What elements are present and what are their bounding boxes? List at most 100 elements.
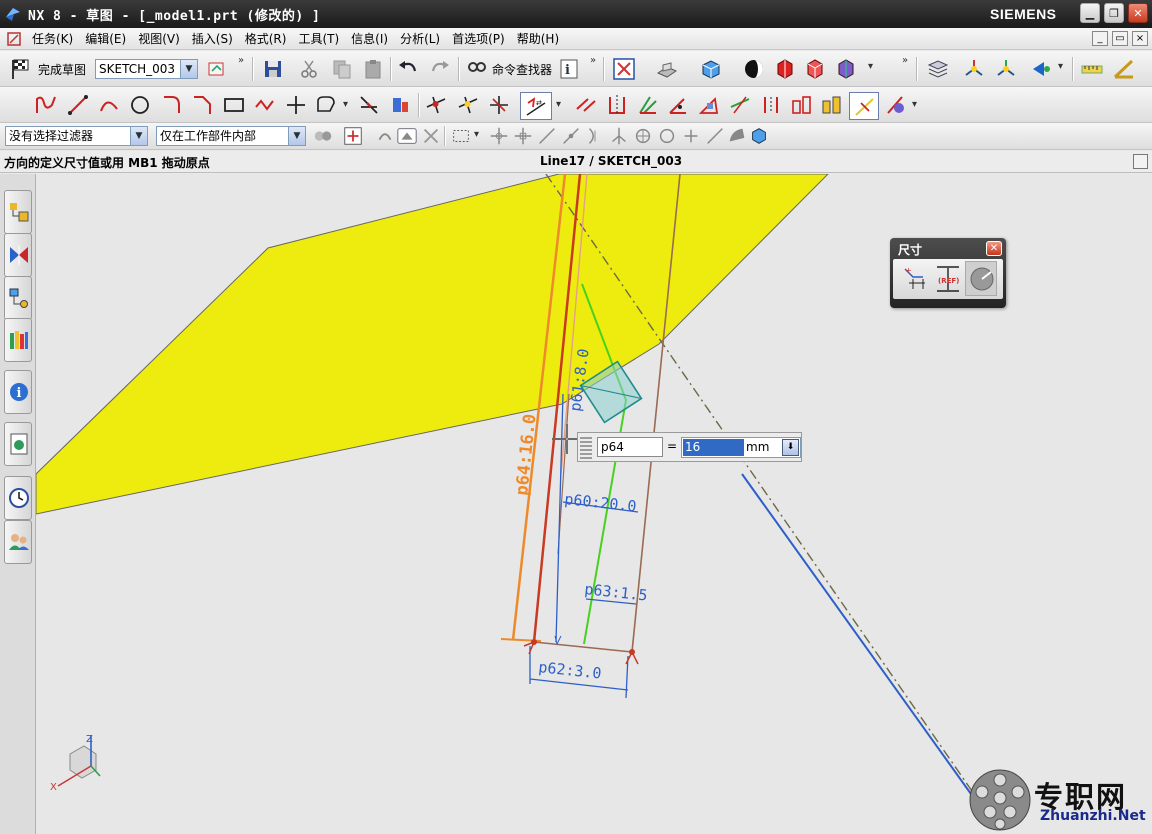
- resource-tab-constraint-navigator[interactable]: [4, 233, 32, 277]
- edit-section-icon[interactable]: [803, 57, 827, 81]
- doc-minimize-button[interactable]: _: [1092, 31, 1108, 46]
- expression-name-field[interactable]: p64: [597, 437, 663, 457]
- snap-existing-point-icon[interactable]: [656, 125, 678, 147]
- sketch-group-icon[interactable]: [790, 93, 814, 117]
- menu-format[interactable]: 格式(R): [239, 30, 293, 47]
- relax-dimension-button[interactable]: [849, 92, 879, 120]
- orient-to-sketch-icon[interactable]: [205, 57, 229, 81]
- dimension-p64-label[interactable]: p64:16.0: [512, 413, 540, 497]
- minimize-button[interactable]: ▁: [1080, 3, 1100, 23]
- filter-reset-icon[interactable]: [312, 125, 334, 147]
- command-finder-icon[interactable]: [465, 57, 489, 81]
- highlight-icon[interactable]: [396, 125, 418, 147]
- menu-preferences[interactable]: 首选项(P): [446, 30, 511, 47]
- restore-button[interactable]: ❐: [1104, 3, 1124, 23]
- dimension-p60-label[interactable]: p60:20.0: [564, 490, 638, 515]
- sketch-task-icon[interactable]: [6, 31, 22, 47]
- snap-endpoint-icon[interactable]: [488, 125, 510, 147]
- offset-projected-icon[interactable]: [697, 93, 721, 117]
- snap-midpoint-icon[interactable]: [512, 125, 534, 147]
- chevron-down-icon[interactable]: ▾: [1058, 61, 1063, 72]
- toolbar-overflow-icon[interactable]: »: [902, 55, 908, 66]
- doc-close-button[interactable]: ×: [1132, 31, 1148, 46]
- mirror-curve-icon[interactable]: [605, 93, 629, 117]
- menu-help[interactable]: 帮助(H): [511, 30, 565, 47]
- dimension-p62-label[interactable]: p62:3.0: [538, 658, 603, 683]
- profile-icon[interactable]: [34, 93, 58, 117]
- snap-bounded-grid-icon[interactable]: [726, 125, 748, 147]
- menu-task[interactable]: 任务(K): [26, 30, 79, 47]
- snap-point-on-face-icon[interactable]: [680, 125, 702, 147]
- snap-intersection-icon[interactable]: [584, 125, 606, 147]
- resource-tab-part-navigator[interactable]: [4, 276, 32, 320]
- chevron-down-icon[interactable]: ▾: [474, 129, 479, 140]
- reference-dimension-icon[interactable]: (REF): [933, 263, 963, 295]
- menu-info[interactable]: 信息(I): [345, 30, 394, 47]
- expression-value-field[interactable]: 16 mm ⬇: [681, 437, 801, 458]
- orient-view-icon[interactable]: [699, 57, 723, 81]
- toolbar-overflow-icon[interactable]: »: [590, 55, 596, 66]
- line-icon[interactable]: [66, 93, 90, 117]
- cut-icon[interactable]: [297, 57, 321, 81]
- circle-icon[interactable]: [128, 93, 152, 117]
- menu-edit[interactable]: 编辑(E): [79, 30, 132, 47]
- resource-tab-reuse-library[interactable]: [4, 318, 32, 362]
- chevron-down-icon[interactable]: ▼: [130, 127, 147, 145]
- wcs-dynamic-icon[interactable]: [994, 57, 1018, 81]
- general-selection-icon[interactable]: [342, 125, 364, 147]
- arc-icon[interactable]: [97, 93, 121, 117]
- copy-icon[interactable]: [330, 57, 354, 81]
- selection-mode-icon[interactable]: [1030, 57, 1054, 81]
- chevron-down-icon[interactable]: ▼: [180, 60, 197, 78]
- chamfer-icon[interactable]: [191, 93, 215, 117]
- make-corner-icon[interactable]: [389, 93, 413, 117]
- dimension-mode-button[interactable]: ⇄: [520, 92, 552, 120]
- snap-on-curve-icon[interactable]: [536, 125, 558, 147]
- expression-value[interactable]: 16: [683, 439, 744, 456]
- menu-insert[interactable]: 插入(S): [186, 30, 239, 47]
- sketch-name-select[interactable]: SKETCH_003 ▼: [95, 59, 198, 79]
- redo-icon[interactable]: [428, 57, 452, 81]
- menu-analysis[interactable]: 分析(L): [394, 30, 446, 47]
- quick-pick-icon[interactable]: [420, 125, 442, 147]
- quick-trim-icon[interactable]: [357, 93, 381, 117]
- auto-constrain-icon[interactable]: [456, 93, 480, 117]
- layer-manager-icon[interactable]: [926, 57, 950, 81]
- resource-tab-assembly-navigator[interactable]: [4, 190, 32, 234]
- finish-sketch-label[interactable]: 完成草图: [38, 61, 86, 78]
- resource-tab-web-browser[interactable]: [4, 422, 32, 466]
- solid-body-filter-icon[interactable]: [748, 125, 770, 147]
- point-icon[interactable]: [284, 93, 308, 117]
- layer-settings-icon[interactable]: [834, 57, 858, 81]
- save-icon[interactable]: [261, 57, 285, 81]
- rectangle-icon[interactable]: [222, 93, 246, 117]
- constraints-icon[interactable]: [424, 93, 448, 117]
- snap-arc-center-icon[interactable]: [608, 125, 630, 147]
- project-curve-icon[interactable]: [636, 93, 660, 117]
- cue-line-toggle-button[interactable]: [1133, 154, 1148, 169]
- info-window-icon[interactable]: i: [558, 57, 582, 81]
- snap-quadrant-icon[interactable]: [632, 125, 654, 147]
- resource-tab-hd3d-tools[interactable]: i: [4, 370, 32, 414]
- rotate-dimension-button[interactable]: [965, 261, 997, 296]
- snap-icon[interactable]: [374, 125, 396, 147]
- selection-scope-select[interactable]: 仅在工作部件内部 ▼: [156, 126, 306, 146]
- associative-curve-icon[interactable]: [574, 93, 598, 117]
- offset-curve-icon[interactable]: [314, 93, 338, 117]
- chevron-down-icon[interactable]: ▾: [556, 99, 561, 110]
- polygon-icon[interactable]: [253, 93, 277, 117]
- drag-grip-icon[interactable]: [580, 437, 592, 459]
- pattern-curve-icon[interactable]: [728, 93, 752, 117]
- alternate-solution-icon[interactable]: [820, 93, 844, 117]
- snap-control-point-icon[interactable]: [560, 125, 582, 147]
- dimension-placement-icon[interactable]: +: [899, 263, 929, 295]
- chevron-down-icon[interactable]: ▾: [868, 61, 873, 72]
- menu-tools[interactable]: 工具(T): [292, 30, 345, 47]
- close-button[interactable]: ✕: [1128, 3, 1148, 23]
- command-finder-label[interactable]: 命令查找器: [492, 61, 552, 78]
- fillet-icon[interactable]: [160, 93, 184, 117]
- menu-view[interactable]: 视图(V): [132, 30, 186, 47]
- chevron-down-icon[interactable]: ▾: [343, 99, 348, 110]
- popup-close-button[interactable]: ✕: [986, 241, 1002, 256]
- down-arrow-icon[interactable]: ⬇: [782, 439, 799, 456]
